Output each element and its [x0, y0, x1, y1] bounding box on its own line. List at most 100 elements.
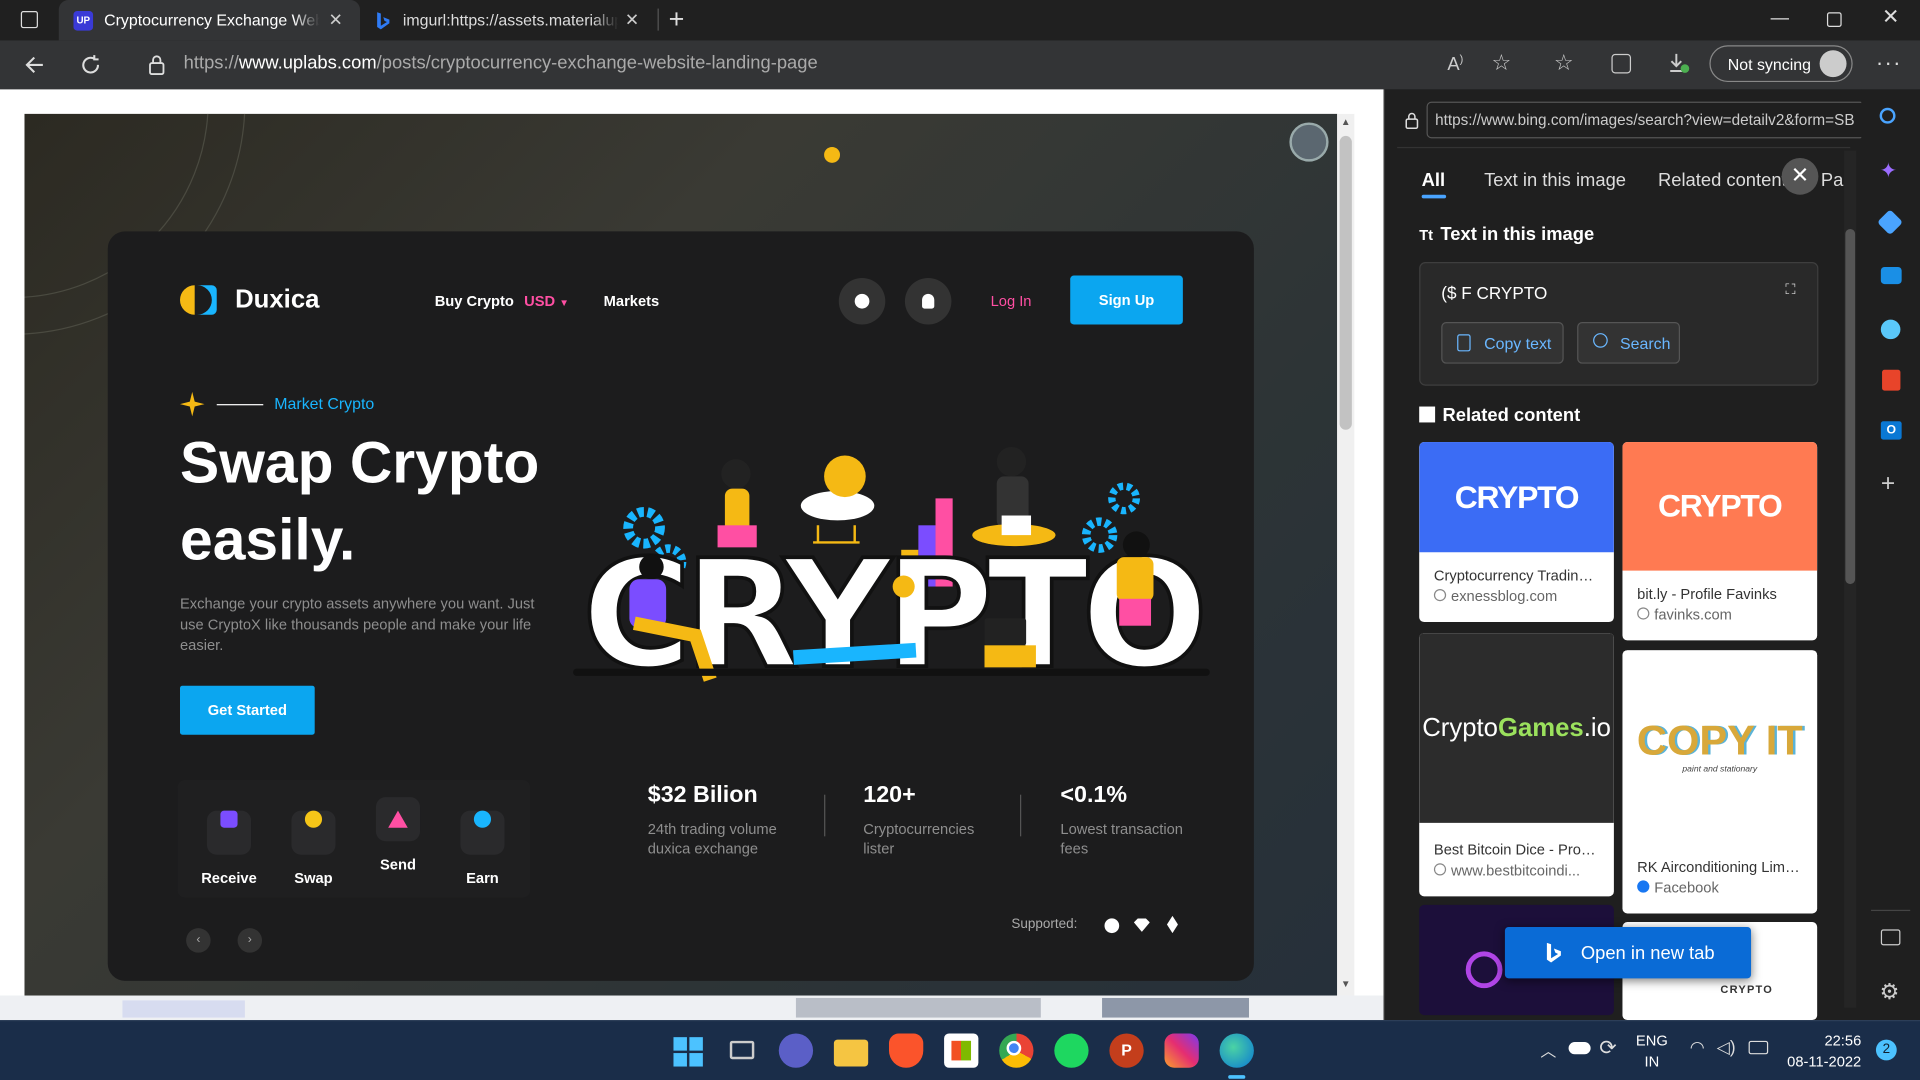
shopping-icon[interactable] [1877, 209, 1904, 236]
get-started-button[interactable]: Get Started [180, 685, 315, 735]
lock-icon[interactable] [148, 54, 165, 76]
open-new-tab-button[interactable]: Open in new tab [1504, 926, 1752, 979]
tools-icon[interactable] [1880, 266, 1902, 285]
powerpoint-icon[interactable]: P [1109, 1033, 1144, 1068]
refresh-icon[interactable] [78, 53, 102, 77]
add-favorite-icon[interactable]: ☆ [1491, 50, 1511, 76]
swap-action[interactable]: Swap [277, 797, 350, 887]
main-scrollbar[interactable]: ▲ ▼ [1337, 113, 1355, 996]
back-icon[interactable] [22, 53, 46, 77]
tab-actions-icon[interactable] [20, 11, 38, 29]
close-window-icon[interactable]: ✕ [1882, 5, 1899, 29]
spotify-icon[interactable] [1054, 1033, 1089, 1068]
favorites-icon[interactable]: ☆ [1554, 50, 1574, 76]
edge-icon[interactable] [1219, 1033, 1254, 1068]
instagram-icon[interactable] [1164, 1033, 1199, 1068]
file-explorer-icon[interactable] [833, 1039, 869, 1067]
visual-search-icon[interactable] [1289, 122, 1329, 162]
next-arrow-icon[interactable]: › [237, 928, 263, 953]
minimize-icon[interactable]: — [1771, 7, 1789, 28]
currency-select[interactable]: USD ▼ [524, 293, 569, 310]
scroll-thumb [1339, 135, 1352, 430]
hide-sidebar-icon[interactable] [1880, 929, 1901, 946]
tab-divider [657, 8, 659, 31]
nav-markets[interactable]: Markets [604, 293, 660, 310]
restore-icon[interactable] [1826, 12, 1842, 27]
sync-icon[interactable]: ⟳ [1599, 1036, 1616, 1060]
discover-icon[interactable]: ✦ [1880, 159, 1897, 183]
gem-icon [1133, 918, 1150, 932]
outlook-icon[interactable]: O [1880, 421, 1902, 440]
close-tab-icon[interactable]: ✕ [328, 10, 342, 31]
downloads-icon[interactable] [1667, 51, 1691, 75]
brave-icon[interactable] [888, 1033, 924, 1068]
edge-sidebar: ✦ O + ⚙ [1861, 89, 1920, 1021]
scroll-up-icon: ▲ [1340, 116, 1351, 128]
search-icon[interactable] [1879, 107, 1896, 124]
more-icon[interactable]: ··· [1876, 50, 1902, 76]
notification-button[interactable] [904, 277, 952, 325]
tab-all[interactable]: All [1422, 170, 1445, 191]
new-tab-icon[interactable]: + [669, 4, 685, 36]
start-icon[interactable] [670, 1033, 704, 1067]
games-icon[interactable] [1880, 319, 1901, 340]
result-thumbnail: CRYPTO [1720, 983, 1774, 996]
tab-label: Cryptocurrency Exchange Websit [104, 11, 320, 30]
receive-icon [206, 810, 252, 855]
language-indicator[interactable]: ENG IN [1636, 1031, 1668, 1073]
related-result[interactable]: CRYPTO Cryptocurrency Trading:... exness… [1419, 442, 1614, 623]
send-icon [375, 797, 421, 842]
battery-icon[interactable] [1748, 1040, 1769, 1055]
close-tab-icon[interactable]: ✕ [625, 10, 639, 31]
earn-action[interactable]: Earn [446, 797, 519, 887]
avatar [1819, 50, 1847, 78]
store-icon[interactable] [944, 1033, 979, 1068]
eyebrow-line [216, 404, 264, 406]
task-view-icon[interactable] [725, 1033, 759, 1067]
panel-url-field[interactable]: https://www.bing.com/images/search?view=… [1426, 101, 1865, 139]
tab-text-in-image[interactable]: Text in this image [1484, 170, 1626, 191]
related-result[interactable]: Crypto Games .io Best Bitcoin Dice - Prov.… [1419, 633, 1614, 897]
collections-icon[interactable] [1611, 53, 1632, 74]
show-hidden-icons[interactable]: ︿ [1540, 1038, 1556, 1061]
settings-icon[interactable]: ⚙ [1880, 980, 1900, 1006]
signup-button[interactable]: Sign Up [1070, 275, 1183, 325]
tab-pages[interactable]: Pa [1821, 170, 1843, 191]
search-text-button[interactable]: Search [1577, 322, 1681, 364]
panel-scrollbar[interactable] [1844, 150, 1857, 1008]
related-result[interactable]: COPY IT paint and stationary RK Aircondit… [1622, 650, 1818, 914]
notification-badge[interactable]: 2 [1875, 1039, 1897, 1061]
expand-icon[interactable]: ⛶ [1785, 280, 1795, 298]
url-field[interactable]: https://www.uplabs.com/posts/cryptocurre… [184, 53, 818, 74]
tab-uplabs[interactable]: UP Cryptocurrency Exchange Websit ✕ [58, 0, 361, 41]
text-icon: Tt [1419, 226, 1434, 244]
chat-button[interactable] [838, 277, 886, 325]
decorative-dot [824, 146, 841, 163]
clock[interactable]: 22:56 08-11-2022 [1785, 1031, 1861, 1073]
receive-action[interactable]: Receive [192, 797, 265, 887]
wifi-icon[interactable]: ◠ [1690, 1037, 1705, 1058]
nav-buy-crypto[interactable]: Buy Crypto [435, 293, 514, 310]
ethereum-icon [1166, 915, 1178, 934]
onedrive-icon[interactable] [1568, 1042, 1591, 1055]
prev-arrow-icon[interactable]: ‹ [186, 928, 211, 953]
tab-bing[interactable]: imgurl:https://assets.materialup. ✕ [362, 0, 656, 40]
chrome-icon[interactable] [999, 1033, 1034, 1068]
add-icon[interactable]: + [1881, 470, 1895, 498]
read-aloud-icon[interactable]: A) [1447, 53, 1463, 75]
login-link[interactable]: Log In [991, 293, 1032, 310]
bitcoin-icon [1104, 918, 1120, 934]
related-result[interactable]: CRYPTO bit.ly - Profile Favinks favinks.… [1622, 442, 1818, 641]
tab-related-content[interactable]: Related content [1658, 170, 1787, 191]
teams-chat-icon[interactable] [778, 1033, 814, 1068]
volume-icon[interactable]: ◁) [1717, 1037, 1736, 1058]
profile-sync-button[interactable]: Not syncing [1709, 45, 1853, 83]
office-icon[interactable] [1882, 369, 1901, 391]
page-viewport: Duxica Buy Crypto USD ▼ Markets Log In S… [0, 89, 1384, 1021]
send-action[interactable]: Send [361, 797, 434, 873]
image-preview[interactable]: Duxica Buy Crypto USD ▼ Markets Log In S… [24, 113, 1338, 996]
extracted-text[interactable]: ($ F CRYPTO [1441, 283, 1547, 303]
close-panel-icon[interactable]: ✕ [1781, 157, 1819, 195]
copy-text-button[interactable]: Copy text [1441, 322, 1564, 364]
active-app-indicator [1228, 1075, 1246, 1079]
